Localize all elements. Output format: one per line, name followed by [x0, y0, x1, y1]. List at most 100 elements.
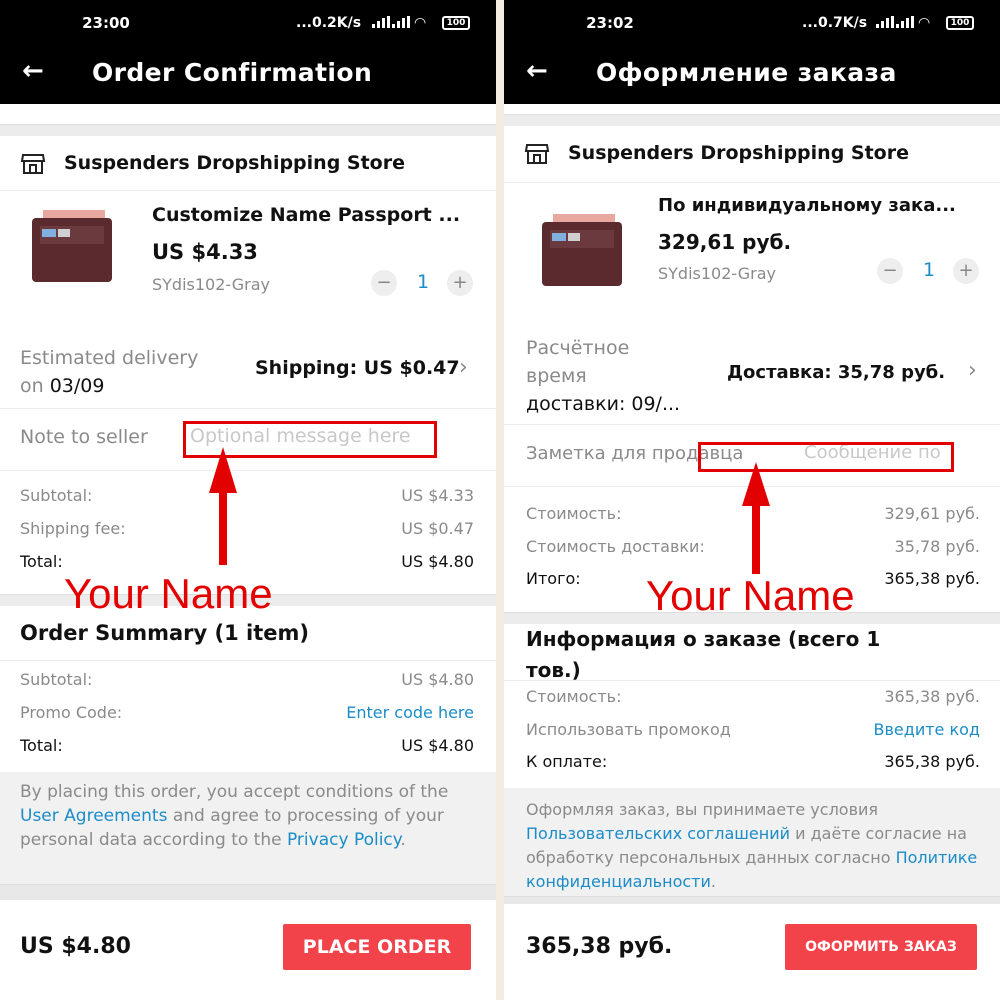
qty-plus-button[interactable]: + — [447, 270, 473, 296]
status-bar: 23:02 ...0.7K/s ◠ 100 — [504, 0, 1000, 44]
product-price: 329,61 руб. — [658, 230, 792, 254]
section-divider — [504, 896, 1000, 904]
summary-total-value: US $4.80 — [401, 736, 474, 755]
terms-text: . — [400, 830, 406, 850]
shipping-fee-label: Стоимость доставки: — [526, 537, 705, 556]
store-name: Suspenders Dropshipping Store — [64, 152, 405, 174]
total-label: Total: — [20, 552, 63, 571]
terms-notice: Оформляя заказ, вы принимаете условия По… — [504, 788, 1000, 896]
annotation-arrow-icon — [742, 462, 770, 574]
shipping-fee-value: 35,78 руб. — [894, 537, 980, 556]
annotation-arrow-icon — [209, 447, 237, 565]
store-header[interactable]: Suspenders Dropshipping Store — [20, 150, 405, 176]
section-divider — [504, 114, 1000, 126]
signal-icon — [896, 16, 914, 28]
order-summary-title-line: тов.) — [526, 658, 581, 682]
total-value: US $4.80 — [401, 552, 474, 571]
enter-promo-code-link[interactable]: Введите код — [874, 720, 980, 739]
divider — [0, 408, 496, 409]
signal-icon — [392, 16, 410, 28]
product-image — [542, 214, 622, 286]
delivery-label: Расчётное — [526, 337, 630, 359]
signal-icon — [372, 16, 390, 28]
summary-subtotal-value: US $4.80 — [401, 670, 474, 689]
wifi-icon: ◠ — [414, 15, 427, 31]
right-screen: 23:02 ...0.7K/s ◠ 100 ← Оформление заказ… — [504, 0, 1000, 1000]
header: ← Оформление заказа — [504, 44, 1000, 104]
header: ← Order Confirmation — [0, 44, 496, 104]
subtotal-label: Стоимость: — [526, 504, 622, 523]
order-summary-title: Информация о заказе (всего 1 тов.) — [526, 624, 880, 686]
bottom-total: 365,38 руб. — [526, 934, 673, 959]
wifi-icon: ◠ — [918, 15, 931, 31]
product-title[interactable]: По индивидуальному зака... — [658, 195, 956, 216]
divider — [504, 680, 1000, 681]
place-order-button[interactable]: ОФОРМИТЬ ЗАКАЗ — [785, 924, 977, 970]
highlight-box — [698, 442, 954, 472]
divider — [0, 190, 496, 191]
shipping-option[interactable]: Shipping: US $0.47 — [255, 357, 460, 379]
section-divider — [0, 124, 496, 136]
store-header[interactable]: Suspenders Dropshipping Store — [524, 140, 909, 166]
annotation-label: Your Name — [646, 572, 855, 619]
qty-plus-button[interactable]: + — [953, 258, 979, 284]
page-title: Оформление заказа — [596, 58, 897, 87]
checkout-bar: US $4.80 PLACE ORDER — [0, 904, 496, 1000]
summary-subtotal-label: Стоимость: — [526, 687, 622, 706]
section-divider — [0, 884, 496, 900]
network-speed: ...0.7K/s — [802, 15, 868, 31]
promo-code-label: Promo Code: — [20, 703, 123, 722]
subtotal-value: US $4.33 — [401, 486, 474, 505]
status-bar: 23:00 ...0.2K/s ◠ 100 — [0, 0, 496, 44]
enter-promo-code-link[interactable]: Enter code here — [346, 703, 474, 722]
product-variant: SYdis102-Gray — [152, 275, 271, 294]
annotation-label: Your Name — [64, 570, 273, 617]
back-arrow-icon[interactable]: ← — [526, 56, 548, 86]
status-time: 23:00 — [82, 14, 130, 32]
back-arrow-icon[interactable]: ← — [22, 56, 44, 86]
divider — [504, 424, 1000, 425]
summary-total-label: К оплате: — [526, 752, 608, 771]
divider — [0, 470, 496, 471]
terms-text: Оформляя заказ, вы принимаете условия — [526, 800, 879, 819]
shipping-fee-label: Shipping fee: — [20, 519, 126, 538]
terms-text: By placing this order, you accept condit… — [20, 782, 449, 802]
battery-icon: 100 — [442, 16, 470, 30]
battery-icon: 100 — [946, 16, 974, 30]
terms-notice: By placing this order, you accept condit… — [0, 772, 496, 884]
chevron-right-icon[interactable]: › — [459, 355, 468, 380]
network-speed: ...0.2K/s — [296, 15, 362, 31]
terms-text: . — [710, 872, 716, 891]
delivery-date: 03/09 — [49, 375, 105, 397]
user-agreements-link[interactable]: Пользовательских соглашений — [526, 824, 790, 843]
user-agreements-link[interactable]: User Agreements — [20, 806, 167, 826]
left-screen: 23:00 ...0.2K/s ◠ 100 ← Order Confirmati… — [0, 0, 496, 1000]
delivery-date: доставки: 09/... — [526, 393, 681, 415]
summary-total-label: Total: — [20, 736, 63, 755]
privacy-policy-link[interactable]: Privacy Policy — [287, 830, 400, 850]
shipping-fee-value: US $0.47 — [401, 519, 474, 538]
qty-minus-button[interactable]: − — [371, 270, 397, 296]
total-label: Итого: — [526, 569, 581, 588]
product-image — [32, 210, 112, 282]
delivery-estimate: Расчётное время доставки: 09/... — [526, 334, 680, 418]
qty-value: 1 — [923, 259, 936, 281]
place-order-button[interactable]: PLACE ORDER — [283, 924, 471, 970]
product-title[interactable]: Customize Name Passport ... — [152, 204, 460, 226]
divider — [504, 182, 1000, 183]
order-summary-title: Order Summary (1 item) — [20, 621, 309, 645]
subtotal-value: 329,61 руб. — [884, 504, 980, 523]
subtotal-label: Subtotal: — [20, 486, 93, 505]
delivery-label: время — [526, 365, 587, 387]
signal-icon — [876, 16, 894, 28]
chevron-right-icon[interactable]: › — [968, 358, 977, 383]
product-variant: SYdis102-Gray — [658, 264, 777, 283]
delivery-label: Estimated delivery — [20, 347, 199, 369]
summary-subtotal-label: Subtotal: — [20, 670, 93, 689]
qty-minus-button[interactable]: − — [877, 258, 903, 284]
bottom-total: US $4.80 — [20, 934, 131, 959]
total-value: 365,38 руб. — [884, 569, 980, 588]
summary-total-value: 365,38 руб. — [884, 752, 980, 771]
shipping-option[interactable]: Доставка: 35,78 руб. — [727, 362, 945, 383]
delivery-estimate: Estimated delivery on 03/09 — [20, 344, 198, 400]
